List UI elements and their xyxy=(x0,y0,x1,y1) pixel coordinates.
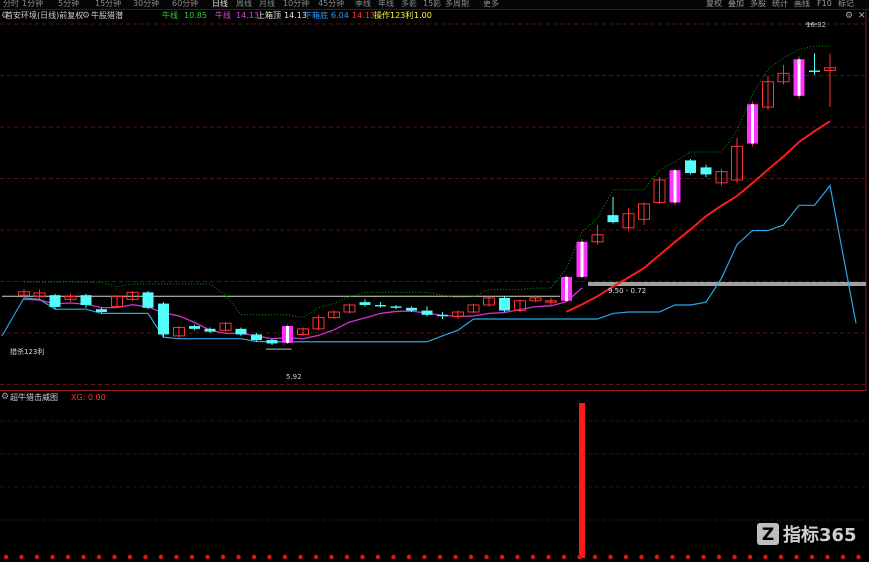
baseline-dot xyxy=(127,554,133,560)
baseline-dot xyxy=(50,554,55,560)
baseline-dot xyxy=(670,554,675,560)
candle-body xyxy=(359,302,371,305)
candle-body-highlight xyxy=(797,59,801,96)
candle-body-highlight xyxy=(580,241,584,277)
baseline-dot xyxy=(34,554,40,560)
baseline-dot xyxy=(561,554,567,560)
candle-body-highlight xyxy=(286,326,289,343)
baseline-dot xyxy=(623,554,629,560)
watermark: Z 指标365 xyxy=(755,520,865,548)
baseline-dot xyxy=(19,554,24,560)
candle-body xyxy=(96,309,107,312)
baseline-dot xyxy=(205,554,210,560)
candle-body xyxy=(685,160,696,174)
baseline-dot xyxy=(515,554,520,560)
baseline-dot xyxy=(685,554,691,560)
baseline-dot xyxy=(778,554,784,560)
candle-body xyxy=(809,70,820,72)
baseline-dot xyxy=(716,554,722,560)
baseline-dot xyxy=(794,554,799,560)
baseline-dot xyxy=(81,554,86,560)
baseline-dot xyxy=(809,554,815,560)
candle-body xyxy=(607,215,619,223)
baseline-dot xyxy=(701,554,706,560)
candle-body xyxy=(142,292,154,308)
baseline-dot xyxy=(329,554,334,560)
baseline-dot xyxy=(360,554,365,560)
baseline-dot xyxy=(251,554,257,560)
candle-body xyxy=(266,340,278,344)
baseline-dot xyxy=(499,554,505,560)
baseline-dot xyxy=(3,554,9,560)
baseline-dot xyxy=(298,554,303,560)
high-price-label: 16.32 xyxy=(806,21,827,29)
baseline-dot xyxy=(189,554,195,560)
baseline-dot xyxy=(112,554,117,560)
baseline-dot xyxy=(468,554,474,560)
baseline-dot xyxy=(530,554,536,560)
baseline-dot xyxy=(732,554,737,560)
range-label: 9.50 - 0.72 xyxy=(608,287,647,295)
baseline-dot xyxy=(143,554,148,560)
box-label: 猎杀123利 xyxy=(10,348,45,356)
candle-body xyxy=(375,304,386,307)
candle-body xyxy=(406,307,417,311)
watermark-logo-letter: Z xyxy=(762,525,774,545)
candle-body xyxy=(80,295,92,305)
baseline-dot xyxy=(484,554,489,560)
watermark-text: 指标365 xyxy=(783,524,857,546)
baseline-dot xyxy=(220,554,226,560)
candle-body xyxy=(421,310,433,315)
candle-body xyxy=(499,297,510,311)
baseline-dot xyxy=(639,554,644,560)
candle-body xyxy=(235,328,247,335)
baseline-dot xyxy=(282,554,288,560)
baseline-dot xyxy=(825,554,830,560)
baseline-dot xyxy=(546,554,551,560)
lower-band-line xyxy=(1,184,857,343)
candle-body xyxy=(390,306,402,308)
candle-body-highlight xyxy=(565,276,568,301)
signal-chart xyxy=(0,403,866,560)
candle-body-highlight xyxy=(673,170,677,203)
signal-bar xyxy=(579,403,585,558)
candle-body xyxy=(437,314,448,317)
candlestick-chart xyxy=(0,9,867,391)
baseline-dot xyxy=(313,554,319,560)
baseline-dot xyxy=(96,554,102,560)
baseline-dot xyxy=(763,554,768,560)
baseline-dot xyxy=(422,554,427,560)
candle-body xyxy=(49,295,61,307)
candle-body xyxy=(251,334,262,341)
baseline-dot xyxy=(267,554,272,560)
baseline-dot xyxy=(577,554,582,560)
baseline-dot xyxy=(654,554,660,560)
low-price-label: 5.92 xyxy=(286,373,302,381)
candle-body xyxy=(204,328,216,332)
baseline-dot xyxy=(437,554,443,560)
candle-body xyxy=(158,303,169,335)
baseline-dot xyxy=(608,554,613,560)
candle-body-highlight xyxy=(751,104,754,144)
baseline-dot xyxy=(344,554,350,560)
upper-band-line xyxy=(24,45,830,319)
baseline-dot xyxy=(592,554,598,560)
baseline-dot xyxy=(856,554,861,560)
baseline-dot xyxy=(391,554,396,560)
baseline-dot xyxy=(174,554,179,560)
baseline-dot xyxy=(747,554,753,560)
baseline-dot xyxy=(158,554,164,560)
candle-body xyxy=(700,167,712,175)
baseline-dot xyxy=(65,554,71,560)
baseline-dot xyxy=(840,554,846,560)
baseline-dot xyxy=(406,554,412,560)
baseline-dot xyxy=(453,554,458,560)
baseline-dot xyxy=(236,554,241,560)
candle-body xyxy=(189,326,200,329)
baseline-dot xyxy=(375,554,381,560)
